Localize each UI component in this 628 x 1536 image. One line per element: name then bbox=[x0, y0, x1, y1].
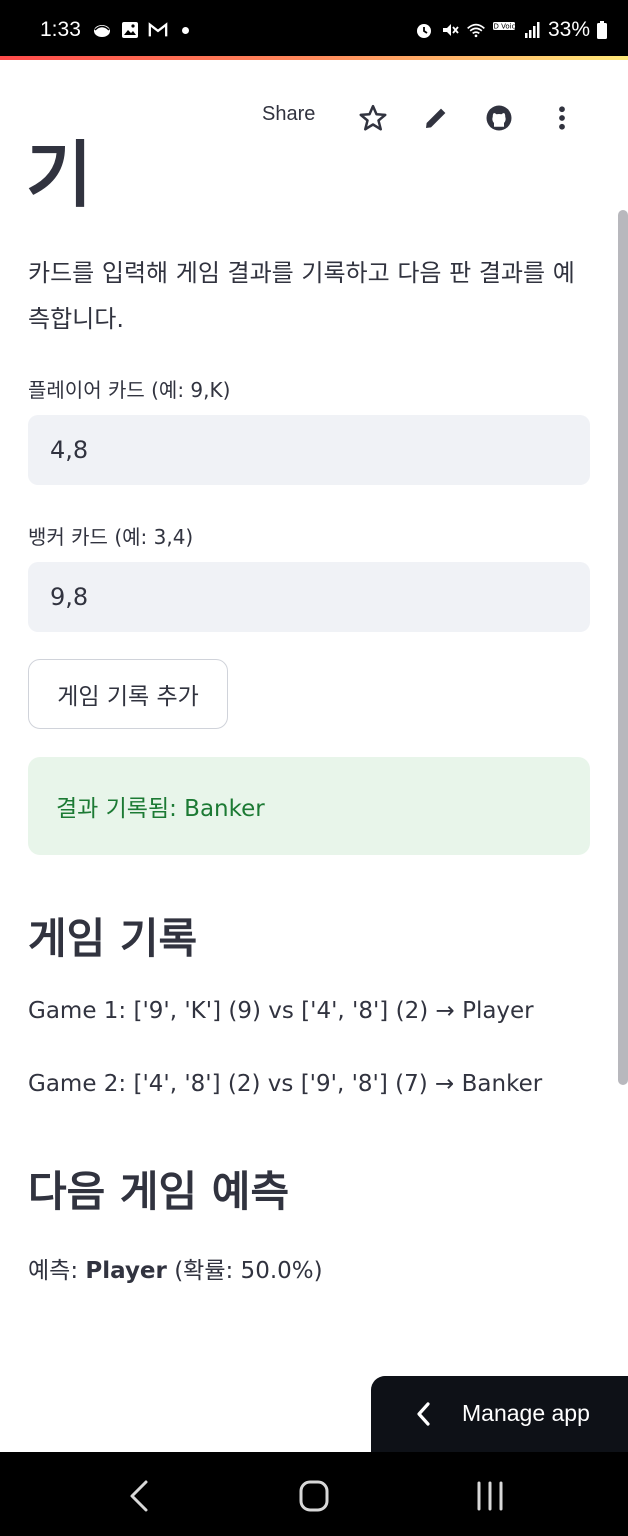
cloud-icon bbox=[94, 25, 110, 37]
svg-text:HD Voice: HD Voice bbox=[492, 23, 516, 31]
wifi-icon bbox=[467, 23, 485, 38]
signal-icon bbox=[524, 22, 540, 38]
page-title: 기 bbox=[26, 133, 93, 210]
status-right-icons: HD Voice 33% bbox=[414, 18, 608, 42]
success-message: 결과 기록됨: Banker bbox=[56, 796, 265, 822]
status-bar: 1:33 HD Vo bbox=[0, 0, 628, 56]
mute-icon bbox=[442, 24, 459, 36]
battery-icon bbox=[597, 21, 607, 39]
prediction-result: Player bbox=[85, 1258, 167, 1284]
edit-icon[interactable] bbox=[421, 103, 451, 133]
scrollbar-thumb[interactable] bbox=[618, 210, 628, 1085]
star-icon[interactable] bbox=[358, 103, 388, 133]
player-cards-label: 플레이어 카드 (예: 9,K) bbox=[28, 378, 231, 402]
prediction-prefix: 예측: bbox=[28, 1258, 86, 1284]
prediction-heading: 다음 게임 예측 bbox=[28, 1167, 290, 1216]
manage-app-button[interactable]: Manage app bbox=[371, 1376, 628, 1452]
player-cards-input[interactable] bbox=[28, 415, 590, 485]
prediction-text: 예측: Player (확률: 50.0%) bbox=[28, 1251, 323, 1285]
gmail-icon bbox=[148, 22, 168, 37]
android-nav-bar bbox=[0, 1452, 628, 1536]
banker-cards-input[interactable] bbox=[28, 562, 590, 632]
share-button[interactable]: Share bbox=[262, 103, 315, 126]
github-icon[interactable] bbox=[484, 103, 514, 133]
intro-text: 카드를 입력해 게임 결과를 기록하고 다음 판 결과를 예측합니다. bbox=[28, 259, 575, 333]
image-icon bbox=[122, 22, 138, 38]
chevron-left-icon bbox=[417, 1402, 430, 1426]
app-toolbar: Share bbox=[0, 95, 628, 141]
notification-dot bbox=[182, 26, 189, 34]
manage-app-label: Manage app bbox=[462, 1400, 590, 1426]
hd-voice-icon: HD Voice bbox=[492, 22, 516, 31]
history-item: Game 2: ['4', '8'] (2) vs ['9', '8'] (7)… bbox=[28, 1071, 543, 1097]
home-icon[interactable] bbox=[294, 1478, 334, 1514]
history-item: Game 1: ['9', 'K'] (9) vs ['4', '8'] (2)… bbox=[28, 998, 534, 1024]
prediction-probability: (확률: 50.0%) bbox=[166, 1258, 323, 1284]
alarm-icon bbox=[416, 24, 431, 38]
app-accent-bar bbox=[0, 56, 628, 60]
status-time: 1:33 bbox=[40, 18, 81, 41]
success-alert: 결과 기록됨: Banker bbox=[28, 757, 590, 855]
add-game-record-button[interactable]: 게임 기록 추가 bbox=[28, 659, 228, 729]
history-heading: 게임 기록 bbox=[28, 914, 198, 963]
banker-cards-label: 뱅커 카드 (예: 3,4) bbox=[28, 525, 194, 549]
back-icon[interactable] bbox=[120, 1478, 160, 1514]
battery-percent: 33% bbox=[547, 18, 590, 41]
status-left-icons bbox=[92, 20, 189, 40]
recent-apps-icon[interactable] bbox=[470, 1478, 510, 1514]
more-vertical-icon[interactable] bbox=[547, 103, 577, 133]
